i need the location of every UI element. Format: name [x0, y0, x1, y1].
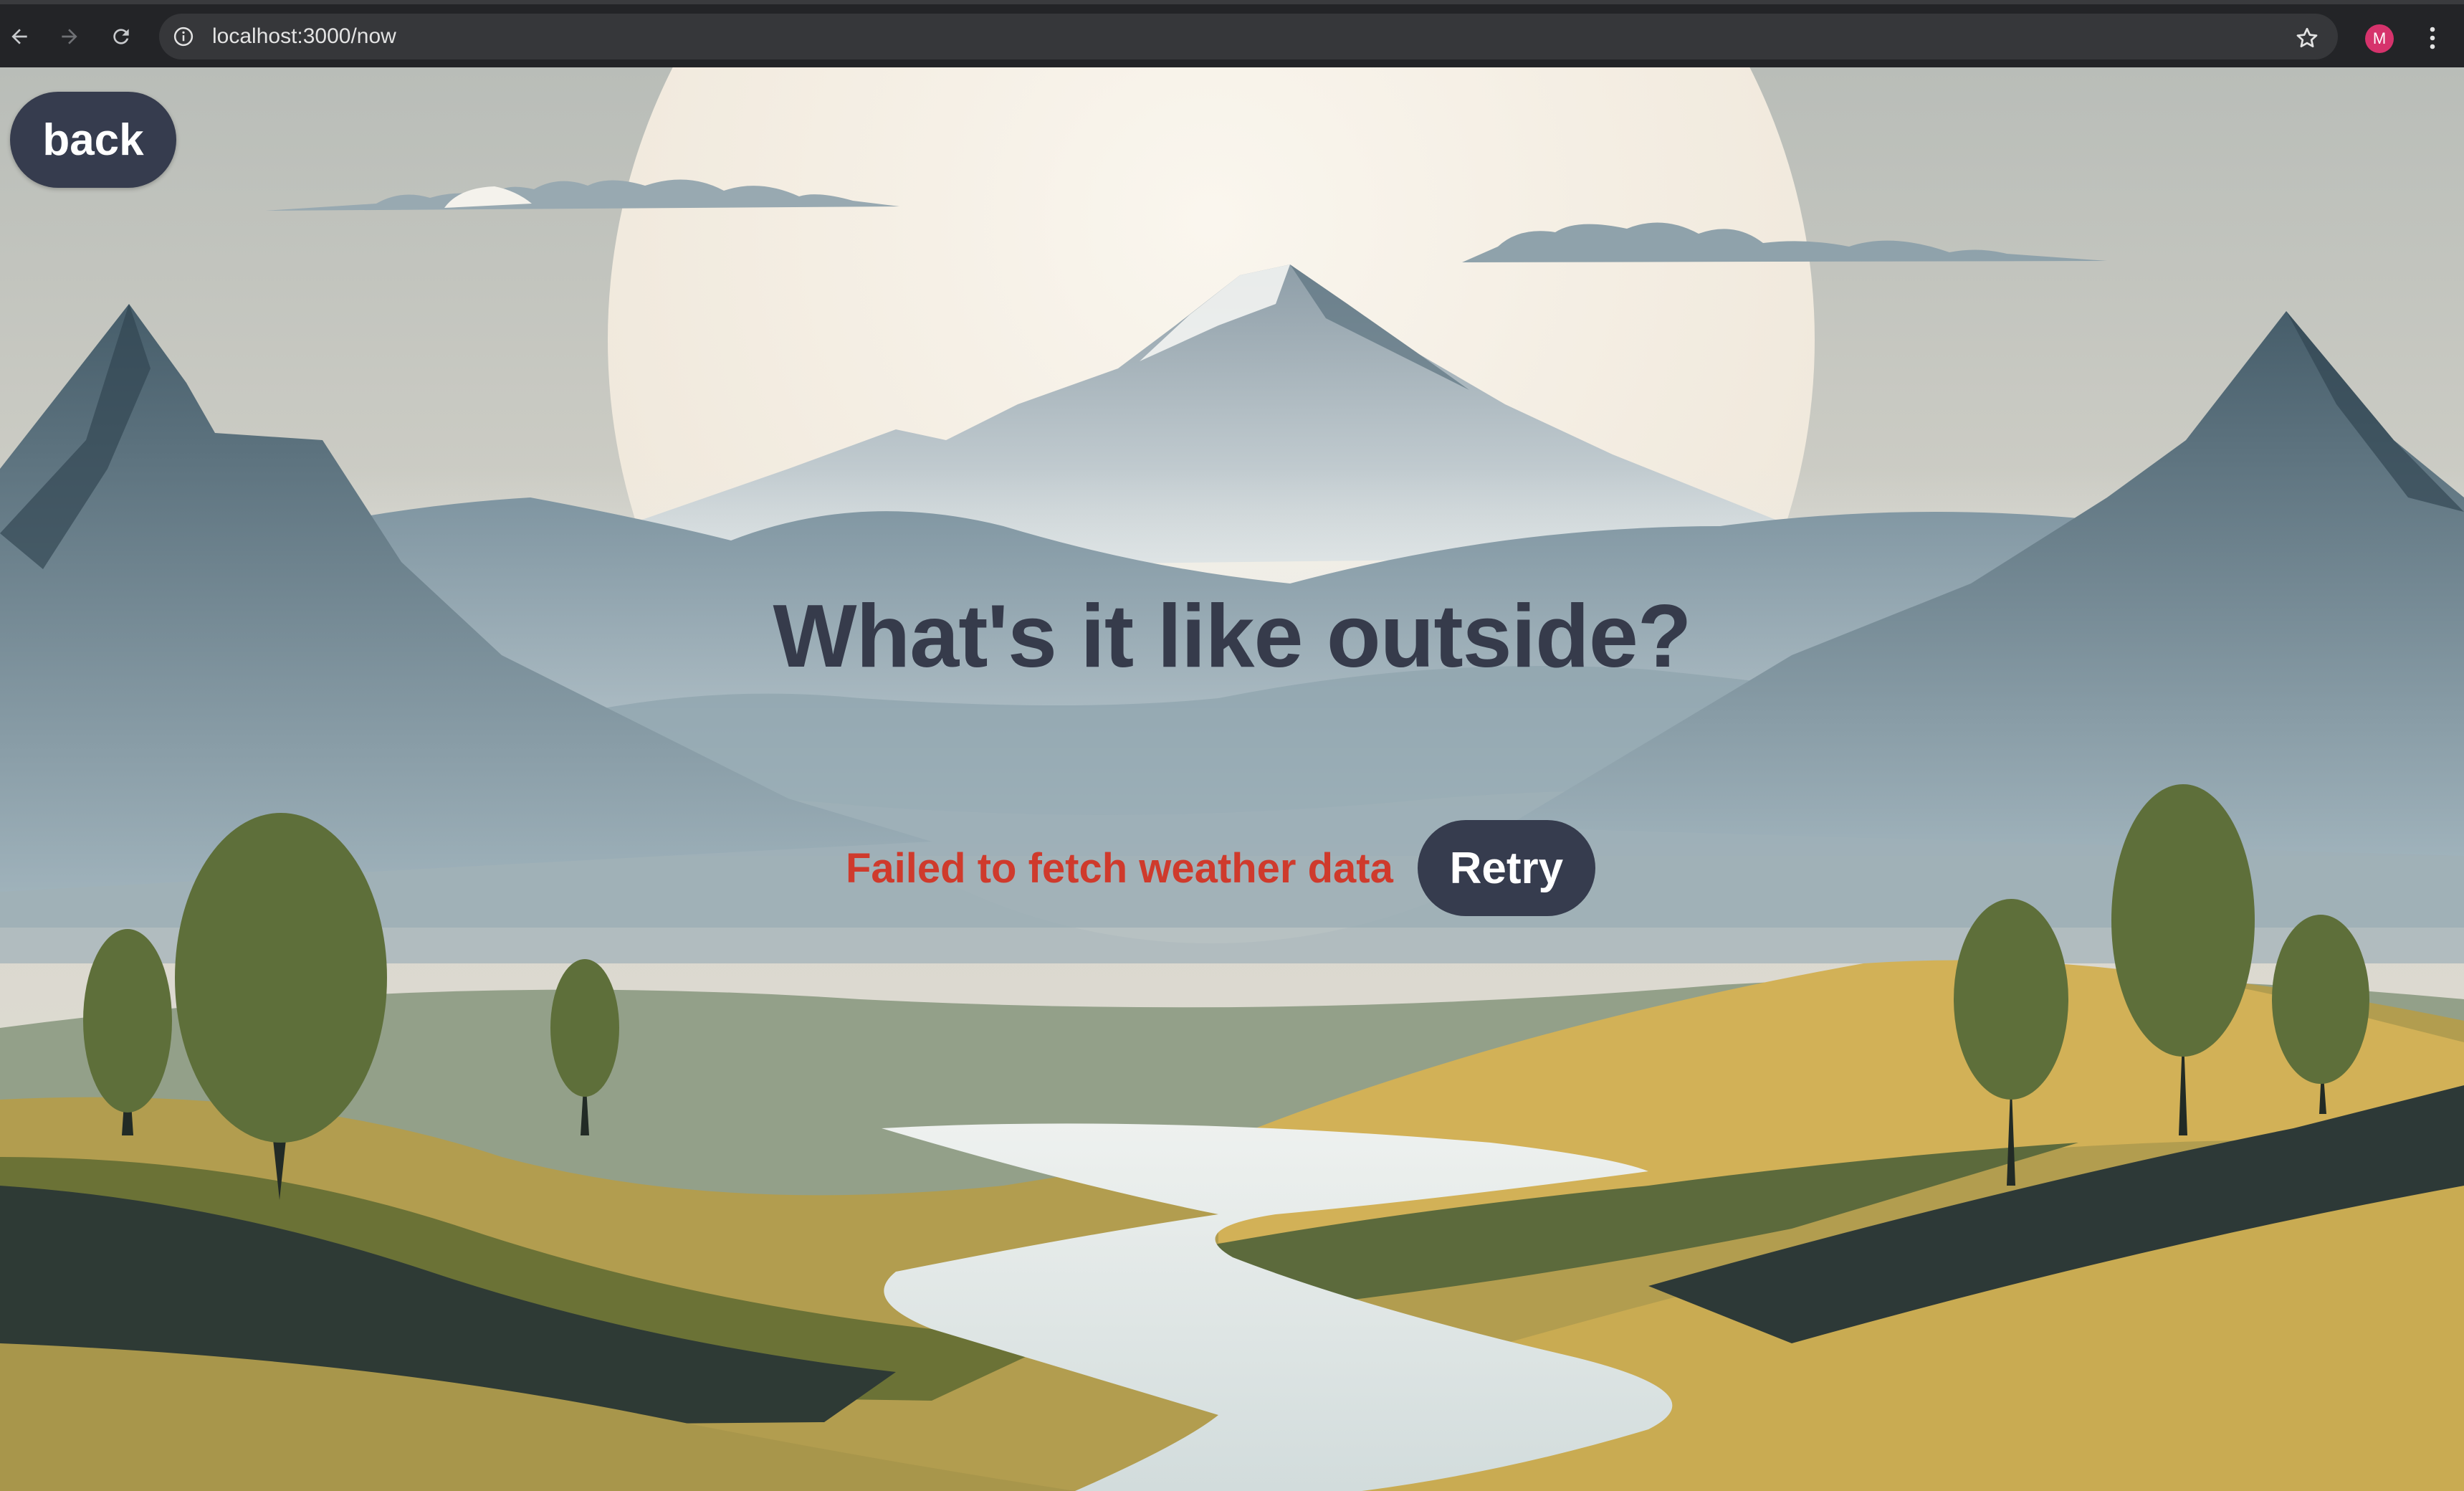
landscape-background: [0, 67, 2464, 1491]
page-viewport: back What's it like outside? Failed to f…: [0, 67, 2464, 1491]
kebab-menu-icon[interactable]: [2418, 22, 2447, 54]
avatar[interactable]: M: [2365, 24, 2394, 53]
reload-icon[interactable]: [105, 20, 138, 53]
url-text[interactable]: localhost:3000/now: [212, 24, 396, 49]
error-message: Failed to fetch weather data: [846, 844, 1393, 892]
address-bar[interactable]: localhost:3000/now: [159, 14, 2338, 59]
arrow-left-icon[interactable]: [3, 20, 36, 53]
arrow-right-icon[interactable]: [53, 20, 86, 53]
browser-toolbar: localhost:3000/now M: [0, 0, 2464, 67]
star-icon[interactable]: [2291, 22, 2324, 54]
retry-button[interactable]: Retry: [1417, 820, 1595, 916]
error-row: Failed to fetch weather data Retry: [846, 820, 1595, 916]
page-title: What's it like outside?: [773, 587, 1691, 686]
back-button[interactable]: back: [10, 92, 176, 188]
info-icon[interactable]: [171, 24, 196, 49]
